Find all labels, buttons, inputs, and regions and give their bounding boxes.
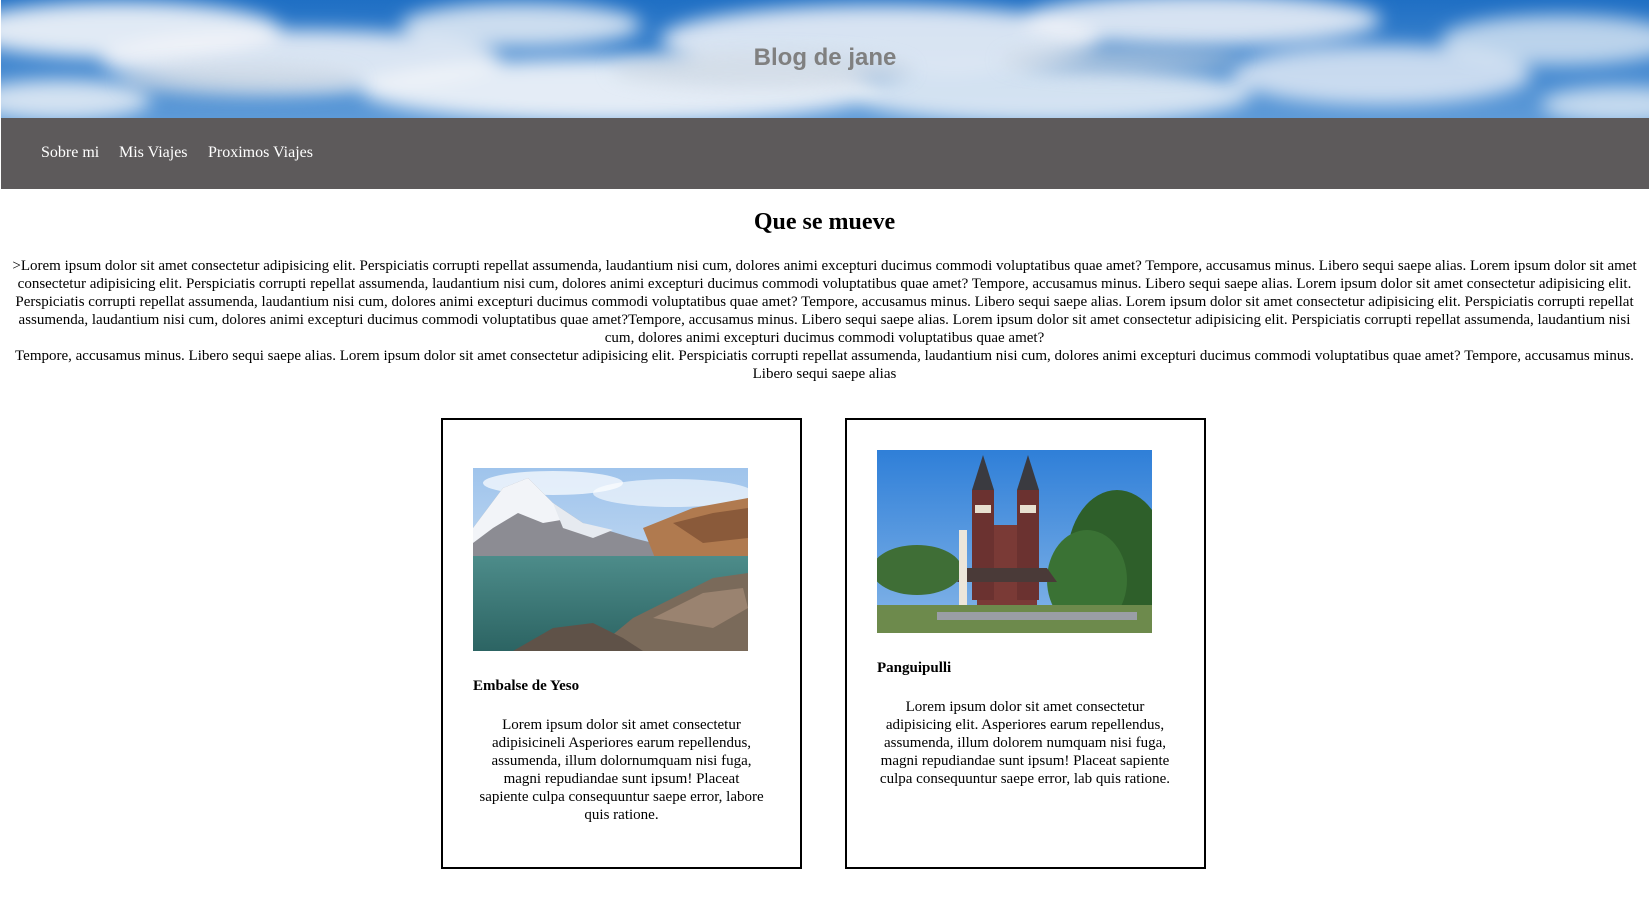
trip-card-embalse-de-yeso: Embalse de Yeso Lorem ipsum dolor sit am… bbox=[441, 418, 802, 869]
card-title: Panguipulli bbox=[877, 660, 952, 676]
card-description: Lorem ipsum dolor sit amet consectetur a… bbox=[479, 717, 764, 823]
mountain-lake-photo bbox=[473, 468, 748, 651]
church-photo bbox=[877, 450, 1152, 633]
nav-link-sobre-mi[interactable]: Sobre mi bbox=[41, 144, 99, 162]
intro-text-1: >Lorem ipsum dolor sit amet consectetur … bbox=[12, 258, 1637, 346]
blog-title: Blog de jane bbox=[753, 44, 897, 71]
nav-link-proximos-viajes[interactable]: Proximos Viajes bbox=[208, 144, 313, 162]
section-title: Que se mueve bbox=[753, 209, 896, 235]
nav-link-mis-viajes[interactable]: Mis Viajes bbox=[119, 144, 188, 162]
header-banner: Blog de jane bbox=[1, 0, 1649, 118]
card-title: Embalse de Yeso bbox=[473, 678, 580, 694]
trip-card-panguipulli: Panguipulli Lorem ipsum dolor sit amet c… bbox=[845, 418, 1206, 869]
intro-text-2: Tempore, accusamus minus. Libero sequi s… bbox=[15, 348, 1634, 382]
main-navbar: Sobre mi Mis Viajes Proximos Viajes bbox=[1, 118, 1649, 189]
card-description: Lorem ipsum dolor sit amet consectetur a… bbox=[879, 699, 1171, 787]
intro-paragraph: >Lorem ipsum dolor sit amet consectetur … bbox=[2, 257, 1647, 383]
